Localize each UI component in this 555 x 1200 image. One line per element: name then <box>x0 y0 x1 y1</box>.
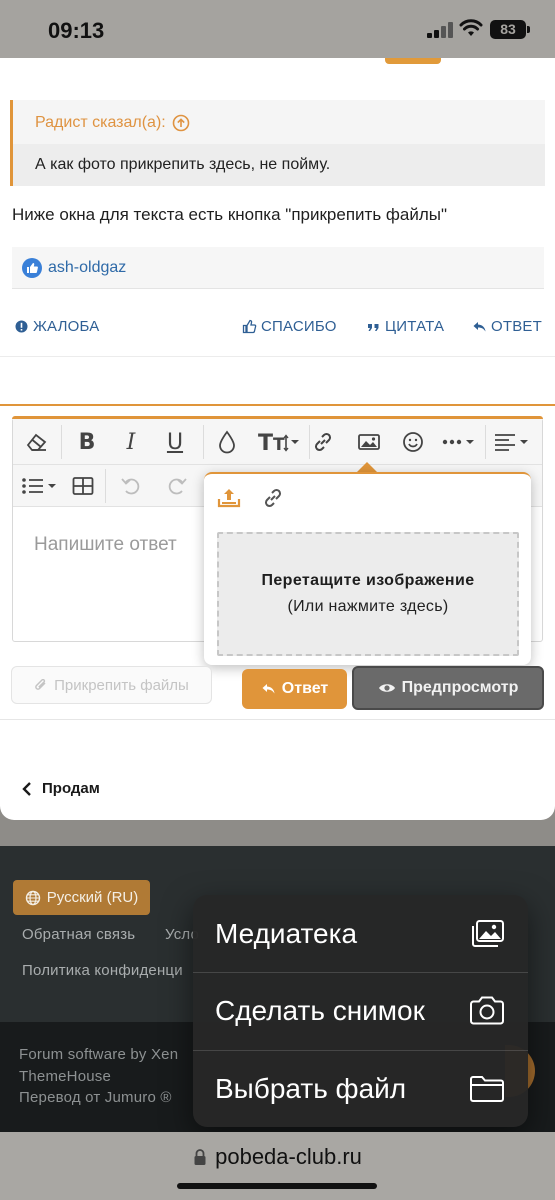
post-text: Ниже окна для текста есть кнопка "прикре… <box>12 205 448 224</box>
form-divider <box>0 719 555 720</box>
align-icon[interactable] <box>491 427 533 457</box>
image-icon[interactable] <box>353 427 385 457</box>
editor-input[interactable]: Напишите ответ <box>34 534 177 556</box>
editor-toolbar-row-1: B I U TT <box>13 419 542 465</box>
footer-translation-credit: Перевод от Jumuro ® <box>19 1089 172 1106</box>
image-insert-popup: Перетащите изображение (Или нажмите здес… <box>204 472 531 665</box>
dropzone-title: Перетащите изображение <box>261 572 475 589</box>
status-bar: 09:13 83 <box>0 0 555 60</box>
bold-icon[interactable]: B <box>71 427 103 457</box>
reply-link-button[interactable]: ОТВЕТ <box>472 318 542 335</box>
underline-icon[interactable]: U <box>159 427 191 457</box>
svg-text:T: T <box>258 431 273 454</box>
breadcrumb-back-link[interactable]: Продам <box>22 780 100 797</box>
font-size-icon[interactable]: TT <box>255 427 305 457</box>
battery-indicator: 83 <box>490 20 530 39</box>
eraser-icon[interactable] <box>21 427 53 457</box>
thumbs-up-icon <box>242 319 257 334</box>
arrow-up-circle-icon[interactable] <box>172 114 190 132</box>
quote-block: Радист сказал(а): А как фото прикрепить … <box>10 100 545 186</box>
cellular-signal-icon <box>427 22 455 38</box>
thanks-button[interactable]: СПАСИБО <box>242 318 337 335</box>
eye-icon <box>378 684 395 692</box>
report-label: ЖАЛОБА <box>33 318 100 335</box>
menu-item-take-photo[interactable]: Сделать снимок <box>193 972 528 1049</box>
reactions-bar[interactable]: ash-oldgaz <box>12 247 544 289</box>
attach-files-label: Прикрепить файлы <box>54 676 189 694</box>
footer-privacy-link[interactable]: Политика конфиденци <box>22 962 183 979</box>
language-selector[interactable]: Русский (RU) <box>13 880 150 915</box>
attach-files-button[interactable]: Прикрепить файлы <box>11 666 212 704</box>
menu-item-label: Выбрать файл <box>215 1073 407 1104</box>
photo-library-icon <box>472 919 504 947</box>
redo-icon[interactable] <box>161 471 193 501</box>
camera-icon <box>470 996 504 1025</box>
image-dropzone[interactable]: Перетащите изображение (Или нажмите здес… <box>217 532 519 656</box>
url-text: pobeda-club.ru <box>215 1144 362 1169</box>
lock-icon <box>194 1149 206 1165</box>
preview-button[interactable]: Предпросмотр <box>352 666 544 710</box>
text-color-icon[interactable] <box>211 427 243 457</box>
folder-icon <box>470 1076 504 1102</box>
status-time: 09:13 <box>48 18 105 43</box>
footer-themehouse: ThemeHouse <box>19 1068 112 1085</box>
post-actions: ЖАЛОБА СПАСИБО ЦИТАТА ОТВЕТ <box>0 318 555 342</box>
reply-arrow-icon <box>262 684 275 694</box>
reply-arrow-icon <box>473 322 486 332</box>
list-icon[interactable] <box>19 471 61 501</box>
table-icon[interactable] <box>67 471 99 501</box>
link-icon[interactable] <box>307 427 339 457</box>
dropzone-subtitle: (Или нажмите здесь) <box>287 598 449 615</box>
url-display[interactable]: pobeda-club.ru <box>0 1144 555 1170</box>
italic-icon[interactable]: I <box>115 427 147 457</box>
reply-submit-button[interactable]: Ответ <box>242 669 347 709</box>
footer-feedback-link[interactable]: Обратная связь <box>22 926 135 943</box>
quote-author[interactable]: Радист сказал(а): <box>35 114 190 132</box>
emoji-icon[interactable] <box>397 427 429 457</box>
reaction-user-link[interactable]: ash-oldgaz <box>48 259 126 277</box>
quote-author-label: Радист сказал(а): <box>35 114 166 131</box>
menu-item-choose-file[interactable]: Выбрать файл <box>193 1050 528 1127</box>
report-button[interactable]: ЖАЛОБА <box>14 318 99 335</box>
link-icon[interactable] <box>261 486 285 510</box>
exclamation-icon <box>15 320 28 333</box>
home-indicator <box>177 1183 377 1189</box>
quote-button[interactable]: ЦИТАТА <box>366 318 444 335</box>
more-icon[interactable] <box>439 427 479 457</box>
globe-icon <box>25 890 40 905</box>
breadcrumb-label: Продам <box>42 780 100 797</box>
editor-accent-border <box>12 416 543 419</box>
menu-item-photo-library[interactable]: Медиатека <box>193 895 528 972</box>
preview-label: Предпросмотр <box>401 679 519 696</box>
editor-accent-line <box>0 404 555 406</box>
undo-icon[interactable] <box>115 471 147 501</box>
thanks-label: СПАСИБО <box>261 318 337 335</box>
quote-marks-icon <box>368 324 379 331</box>
file-source-menu: Медиатека Сделать снимок Выбрать файл <box>193 895 528 1127</box>
footer-software-credit: Forum software by Xen <box>19 1046 179 1063</box>
reply-submit-label: Ответ <box>281 680 329 697</box>
like-icon <box>22 257 42 278</box>
reply-label: ОТВЕТ <box>491 318 543 335</box>
menu-item-label: Медиатека <box>215 917 358 949</box>
section-divider <box>0 356 555 404</box>
orange-accent-tab <box>385 58 441 64</box>
quote-label: ЦИТАТА <box>385 318 445 335</box>
chevron-left-icon <box>22 781 31 796</box>
upload-icon[interactable] <box>216 486 242 510</box>
paperclip-icon <box>35 679 46 690</box>
wifi-icon <box>459 19 483 36</box>
browser-address-bar[interactable]: pobeda-club.ru <box>0 1132 555 1200</box>
language-label: Русский (RU) <box>46 889 139 906</box>
quote-text: А как фото прикрепить здесь, не пойму. <box>35 156 331 173</box>
svg-text:T: T <box>273 435 285 454</box>
menu-item-label: Сделать снимок <box>215 995 425 1026</box>
